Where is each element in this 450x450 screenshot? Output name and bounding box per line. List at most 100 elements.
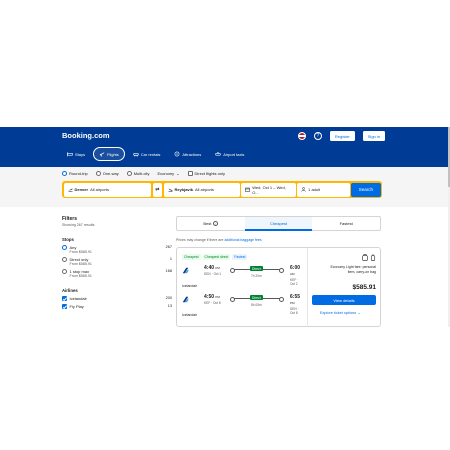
direct-only-checkbox[interactable]: Direct flights only xyxy=(187,171,225,176)
airline-option-icelandair[interactable]: Icelandair 200 xyxy=(62,296,172,301)
tab-fastest[interactable]: Fastest xyxy=(312,217,380,230)
tab-fastest-label: Fastest xyxy=(339,221,353,226)
us-flag-icon[interactable] xyxy=(297,132,306,140)
product-nav: Stays Flights Car rentals Attractions Ai… xyxy=(61,147,250,161)
trip-options: Round-trip One-way Multi-city Economy ⌄ … xyxy=(62,171,225,176)
nav-airport-taxis[interactable]: Airport taxis xyxy=(209,147,250,161)
origin-field[interactable]: Denver All airports xyxy=(63,182,152,197)
calendar-icon xyxy=(245,187,250,192)
departure-ampm: PM xyxy=(215,295,220,299)
price-note: Prices may change if there are additiona… xyxy=(176,238,262,242)
signin-button[interactable]: Sign in xyxy=(362,131,385,141)
airline-label: Icelandair xyxy=(69,296,87,301)
arrival: 6:55 PM DEN · Oct 8 xyxy=(290,294,302,315)
arrival-plane-icon xyxy=(168,188,173,192)
direct-badge: Direct xyxy=(250,266,263,271)
results-count: Showing 267 results xyxy=(62,223,95,227)
radio[interactable] xyxy=(62,269,67,275)
airlines-heading: Airlines xyxy=(62,288,78,293)
departure-info: KEF · Oct 8 xyxy=(204,301,221,305)
carrier-name: Icelandair xyxy=(182,284,198,288)
card-divider xyxy=(307,248,308,327)
personal-item-icon xyxy=(362,254,368,261)
dates-field[interactable]: Wed, Oct 1 – Wed, O... xyxy=(241,182,296,197)
nav-stays-label: Stays xyxy=(75,151,86,157)
flight-search-area: Round-trip One-way Multi-city Economy ⌄ … xyxy=(0,167,450,207)
destination-city: Reykjavík xyxy=(174,187,193,192)
info-icon[interactable]: i xyxy=(213,221,219,226)
trip-one-way-label: One-way xyxy=(102,171,119,176)
trip-multi-city[interactable]: Multi-city xyxy=(126,171,149,176)
arrival-info: DEN · Oct 8 xyxy=(290,307,299,315)
explore-label: Explore ticket options xyxy=(320,311,357,315)
baggage-fees-link[interactable]: additional baggage fees xyxy=(224,238,261,242)
origin-city: Denver xyxy=(74,187,89,192)
radio[interactable] xyxy=(95,171,101,176)
stops-price: From $585.91 xyxy=(69,262,92,266)
fare-description: Economy Light fare: personal item, carry… xyxy=(330,265,376,274)
cabin-class-value: Economy xyxy=(157,171,175,176)
arrival-info: KEF · Oct 2 xyxy=(290,278,299,286)
checkbox-checked[interactable] xyxy=(62,304,67,309)
icelandair-logo-icon xyxy=(182,296,189,303)
departure: 4:40 PM DEN · Oct 1 xyxy=(204,265,221,276)
carry-on-bag-icon xyxy=(370,254,376,261)
stops-option-any[interactable]: Any From $585.91 267 xyxy=(62,245,172,254)
airline-option-fly-play[interactable]: Fly Play 13 xyxy=(62,304,172,309)
header-actions: ? Register Sign in xyxy=(297,131,385,141)
flight-result-card[interactable]: Cheapest Cheapest direct Fastest 4:40 PM… xyxy=(176,247,381,327)
checkbox-checked[interactable] xyxy=(62,296,67,301)
stops-option-direct[interactable]: Direct only From $585.91 1 xyxy=(62,257,172,266)
travelers-value: 1 adult xyxy=(308,187,321,192)
cabin-class-dropdown[interactable]: Economy ⌄ xyxy=(157,171,179,176)
icelandair-logo-icon xyxy=(182,267,189,274)
airline-count: 200 xyxy=(165,296,172,300)
stops-heading: Stops xyxy=(62,237,74,242)
departure-time: 4:40 xyxy=(204,265,215,271)
stops-price: From $585.91 xyxy=(69,250,92,254)
car-icon xyxy=(133,153,139,157)
arrow-right-icon: → xyxy=(357,311,361,315)
departure-time: 4:50 xyxy=(204,294,215,300)
trip-round-trip[interactable]: Round-trip xyxy=(62,171,88,176)
view-details-button[interactable]: View details xyxy=(312,295,376,305)
radio-selected[interactable] xyxy=(62,171,67,176)
swap-icon[interactable]: ⇄ xyxy=(152,182,163,197)
airline-label: Fly Play xyxy=(69,304,84,309)
tab-best[interactable]: Best i xyxy=(177,217,245,230)
checkbox[interactable] xyxy=(187,171,193,176)
direct-only-label: Direct flights only xyxy=(194,171,225,176)
nav-stays[interactable]: Stays xyxy=(61,147,91,161)
search-bar: Denver All airports ⇄ Reykjavík All airp… xyxy=(62,181,382,198)
tab-cheapest[interactable]: Cheapest xyxy=(244,217,313,231)
plane-icon xyxy=(99,152,105,157)
travelers-field[interactable]: 1 adult xyxy=(297,182,350,197)
booking-logo[interactable]: Booking.com xyxy=(62,131,110,140)
stops-option-1-stop[interactable]: 1 stop max From $585.91 168 xyxy=(62,269,172,278)
radio[interactable] xyxy=(126,171,132,176)
nav-attractions[interactable]: Attractions xyxy=(168,147,207,161)
trip-one-way[interactable]: One-way xyxy=(95,171,119,176)
badge-fastest: Fastest xyxy=(232,254,248,260)
nav-airport-taxis-label: Airport taxis xyxy=(223,151,245,157)
bed-icon xyxy=(67,152,73,157)
nav-car-rentals-label: Car rentals xyxy=(140,151,161,157)
explore-ticket-options-link[interactable]: Explore ticket options → xyxy=(320,311,361,315)
search-button[interactable]: Search xyxy=(351,182,381,197)
destination-field[interactable]: Reykjavík All airports xyxy=(163,182,240,197)
airline-count: 13 xyxy=(167,304,172,308)
trip-round-trip-label: Round-trip xyxy=(69,171,88,176)
tab-best-label: Best xyxy=(203,221,212,226)
radio[interactable] xyxy=(62,257,67,263)
tab-cheapest-label: Cheapest xyxy=(269,221,288,226)
return-leg: 4:50 PM KEF · Oct 8 Direct 8h 05m 6:55 P… xyxy=(182,294,302,315)
result-badges: Cheapest Cheapest direct Fastest xyxy=(182,254,248,260)
arrival-ampm: AM xyxy=(290,272,295,276)
help-icon[interactable]: ? xyxy=(313,132,322,140)
nav-flights[interactable]: Flights xyxy=(93,147,125,161)
nav-car-rentals[interactable]: Car rentals xyxy=(127,147,167,161)
total-price: $585.91 xyxy=(352,284,377,291)
radio-selected[interactable] xyxy=(62,245,67,251)
register-button[interactable]: Register xyxy=(329,131,355,141)
stops-count: 168 xyxy=(165,269,172,273)
